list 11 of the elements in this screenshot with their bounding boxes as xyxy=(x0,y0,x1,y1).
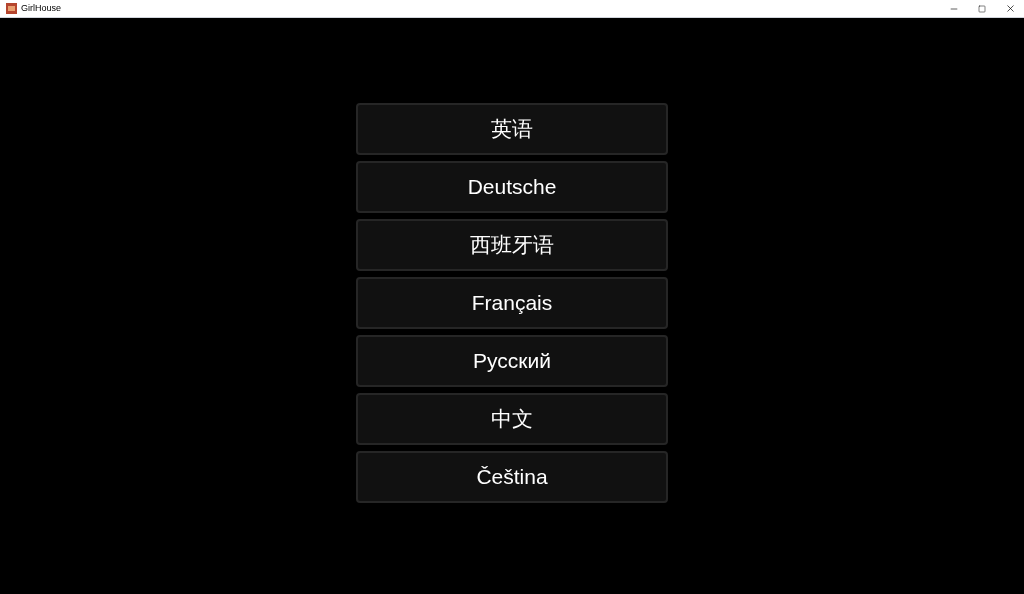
language-button[interactable]: Français xyxy=(356,277,668,329)
language-button[interactable]: 中文 xyxy=(356,393,668,445)
language-button[interactable]: Русский xyxy=(356,335,668,387)
maximize-icon xyxy=(978,4,986,13)
language-button[interactable]: 西班牙语 xyxy=(356,219,668,271)
close-icon xyxy=(1004,3,1016,14)
app-icon xyxy=(6,3,17,14)
language-button[interactable]: 英语 xyxy=(356,103,668,155)
window-title: GirlHouse xyxy=(21,1,61,15)
language-button[interactable]: Deutsche xyxy=(356,161,668,213)
language-button[interactable]: Čeština xyxy=(356,451,668,503)
